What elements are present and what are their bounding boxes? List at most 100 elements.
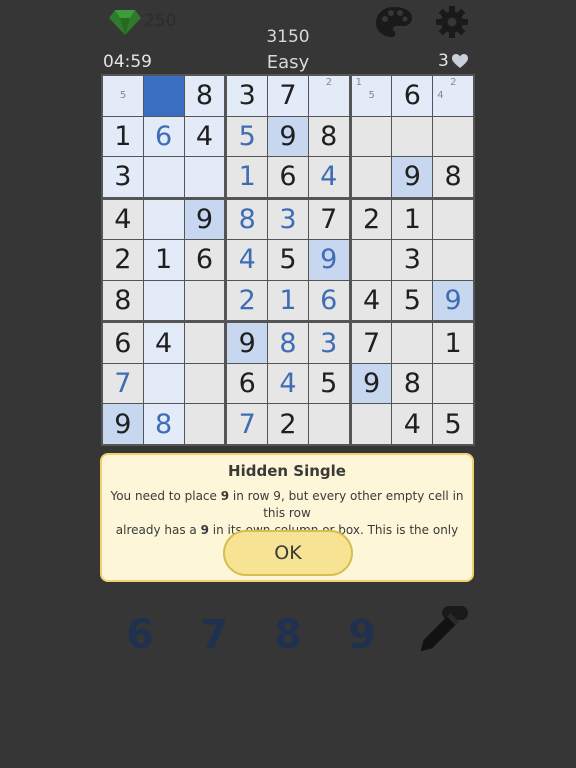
sudoku-cell-r8c2[interactable]	[143, 363, 184, 404]
sudoku-cell-r1c3[interactable]: 8	[184, 76, 225, 116]
sudoku-cell-r4c7[interactable]: 2	[351, 199, 392, 240]
sudoku-cell-r4c4[interactable]: 8	[227, 199, 268, 240]
sudoku-cell-r7c5[interactable]: 8	[268, 323, 308, 363]
sudoku-cell-r5c9[interactable]	[433, 240, 473, 280]
hint-panel: Hidden Single You need to place 9 in row…	[100, 453, 474, 582]
sudoku-cell-r7c2[interactable]: 4	[143, 323, 184, 363]
sudoku-cell-r6c2[interactable]	[143, 280, 184, 321]
sudoku-cell-r4c6[interactable]: 7	[308, 199, 349, 240]
cell-value: 6	[279, 161, 297, 193]
sudoku-cell-r8c8[interactable]: 8	[392, 363, 433, 404]
sudoku-cell-r7c3[interactable]	[184, 323, 225, 363]
sudoku-cell-r7c9[interactable]: 1	[433, 323, 473, 363]
sudoku-cell-r3c9[interactable]: 8	[433, 157, 473, 197]
sudoku-cell-r5c6[interactable]: 9	[308, 240, 349, 280]
cell-value: 8	[444, 161, 462, 193]
cell-value: 1	[403, 203, 421, 235]
sudoku-cell-r2c1[interactable]: 1	[103, 116, 143, 157]
sudoku-cell-r6c8[interactable]: 5	[392, 280, 433, 321]
sudoku-cell-r9c5[interactable]: 2	[268, 404, 308, 444]
sudoku-cell-r6c1[interactable]: 8	[103, 280, 143, 321]
sudoku-cell-r8c7[interactable]: 9	[351, 363, 392, 404]
sudoku-cell-r9c6[interactable]	[308, 404, 349, 444]
sudoku-cell-r2c3[interactable]: 4	[184, 116, 225, 157]
sudoku-cell-r4c5[interactable]: 3	[268, 199, 308, 240]
sudoku-cell-r2c2[interactable]: 6	[143, 116, 184, 157]
sudoku-cell-r8c4[interactable]: 6	[227, 363, 268, 404]
sudoku-cell-r4c3[interactable]: 9	[184, 199, 225, 240]
sudoku-cell-r2c4[interactable]: 5	[227, 116, 268, 157]
sudoku-cell-r6c7[interactable]: 4	[351, 280, 392, 321]
sudoku-cell-r2c8[interactable]	[392, 116, 433, 157]
numpad-digit-6[interactable]: 6	[110, 612, 170, 658]
sudoku-cell-r2c5[interactable]: 9	[268, 116, 308, 157]
gear-icon[interactable]	[434, 4, 470, 40]
numpad-digit-8[interactable]: 8	[258, 612, 318, 658]
sudoku-cell-r7c6[interactable]: 3	[308, 323, 349, 363]
sudoku-cell-r5c3[interactable]: 6	[184, 240, 225, 280]
sudoku-cell-r7c8[interactable]	[392, 323, 433, 363]
sudoku-cell-r5c7[interactable]	[351, 240, 392, 280]
cell-value: 4	[195, 120, 214, 152]
sudoku-cell-r1c1[interactable]: 5	[103, 76, 143, 116]
sudoku-cell-r1c2[interactable]	[143, 76, 184, 116]
sudoku-cell-r7c4[interactable]: 9	[227, 323, 268, 363]
numpad-digit-7[interactable]: 7	[184, 612, 244, 658]
cell-value: 1	[444, 327, 462, 359]
ok-button[interactable]: OK	[223, 530, 353, 576]
palette-icon[interactable]	[374, 5, 414, 39]
sudoku-cell-r8c6[interactable]: 5	[308, 363, 349, 404]
sudoku-cell-r1c9[interactable]: 24	[433, 76, 473, 116]
sudoku-cell-r6c5[interactable]: 1	[268, 280, 308, 321]
sudoku-cell-r9c2[interactable]: 8	[143, 404, 184, 444]
sudoku-cell-r3c4[interactable]: 1	[227, 157, 268, 197]
sudoku-cell-r2c7[interactable]	[351, 116, 392, 157]
sudoku-cell-r1c5[interactable]: 7	[268, 76, 308, 116]
cell-value: 8	[114, 285, 132, 317]
sudoku-cell-r6c9[interactable]: 9	[433, 280, 473, 321]
sudoku-cell-r1c4[interactable]: 3	[227, 76, 268, 116]
sudoku-cell-r5c8[interactable]: 3	[392, 240, 433, 280]
numpad-digit-9[interactable]: 9	[332, 612, 392, 658]
sudoku-cell-r5c2[interactable]: 1	[143, 240, 184, 280]
sudoku-cell-r1c6[interactable]: 2	[308, 76, 349, 116]
sudoku-cell-r8c9[interactable]	[433, 363, 473, 404]
sudoku-cell-r1c7[interactable]: 15	[351, 76, 392, 116]
sudoku-cell-r3c3[interactable]	[184, 157, 225, 197]
sudoku-cell-r8c3[interactable]	[184, 363, 225, 404]
pencil-icon[interactable]	[412, 602, 470, 660]
sudoku-cell-r9c8[interactable]: 4	[392, 404, 433, 444]
sudoku-cell-r4c1[interactable]: 4	[103, 199, 143, 240]
sudoku-cell-r4c2[interactable]	[143, 199, 184, 240]
sudoku-cell-r3c2[interactable]	[143, 157, 184, 197]
sudoku-cell-r9c9[interactable]: 5	[433, 404, 473, 444]
sudoku-cell-r3c7[interactable]	[351, 157, 392, 197]
sudoku-cell-r3c1[interactable]: 3	[103, 157, 143, 197]
sudoku-cell-r9c7[interactable]	[351, 404, 392, 444]
sudoku-cell-r5c4[interactable]: 4	[227, 240, 268, 280]
sudoku-cell-r7c7[interactable]: 7	[351, 323, 392, 363]
sudoku-cell-r2c6[interactable]: 8	[308, 116, 349, 157]
sudoku-cell-r6c6[interactable]: 6	[308, 280, 349, 321]
cell-value: 4	[238, 244, 256, 276]
sudoku-cell-r6c4[interactable]: 2	[227, 280, 268, 321]
sudoku-cell-r3c8[interactable]: 9	[392, 157, 433, 197]
sudoku-cell-r1c8[interactable]: 6	[392, 76, 433, 116]
sudoku-cell-r4c8[interactable]: 1	[392, 199, 433, 240]
sudoku-cell-r5c5[interactable]: 5	[268, 240, 308, 280]
cell-value: 3	[320, 327, 338, 359]
cell-value: 5	[320, 368, 338, 400]
sudoku-cell-r6c3[interactable]	[184, 280, 225, 321]
sudoku-cell-r5c1[interactable]: 2	[103, 240, 143, 280]
sudoku-cell-r3c6[interactable]: 4	[308, 157, 349, 197]
sudoku-cell-r4c9[interactable]	[433, 199, 473, 240]
sudoku-cell-r9c3[interactable]	[184, 404, 225, 444]
cell-value: 5	[444, 408, 462, 440]
sudoku-cell-r7c1[interactable]: 6	[103, 323, 143, 363]
sudoku-cell-r2c9[interactable]	[433, 116, 473, 157]
sudoku-cell-r8c1[interactable]: 7	[103, 363, 143, 404]
sudoku-cell-r9c4[interactable]: 7	[227, 404, 268, 444]
sudoku-cell-r9c1[interactable]: 9	[103, 404, 143, 444]
sudoku-cell-r3c5[interactable]: 6	[268, 157, 308, 197]
sudoku-cell-r8c5[interactable]: 4	[268, 363, 308, 404]
